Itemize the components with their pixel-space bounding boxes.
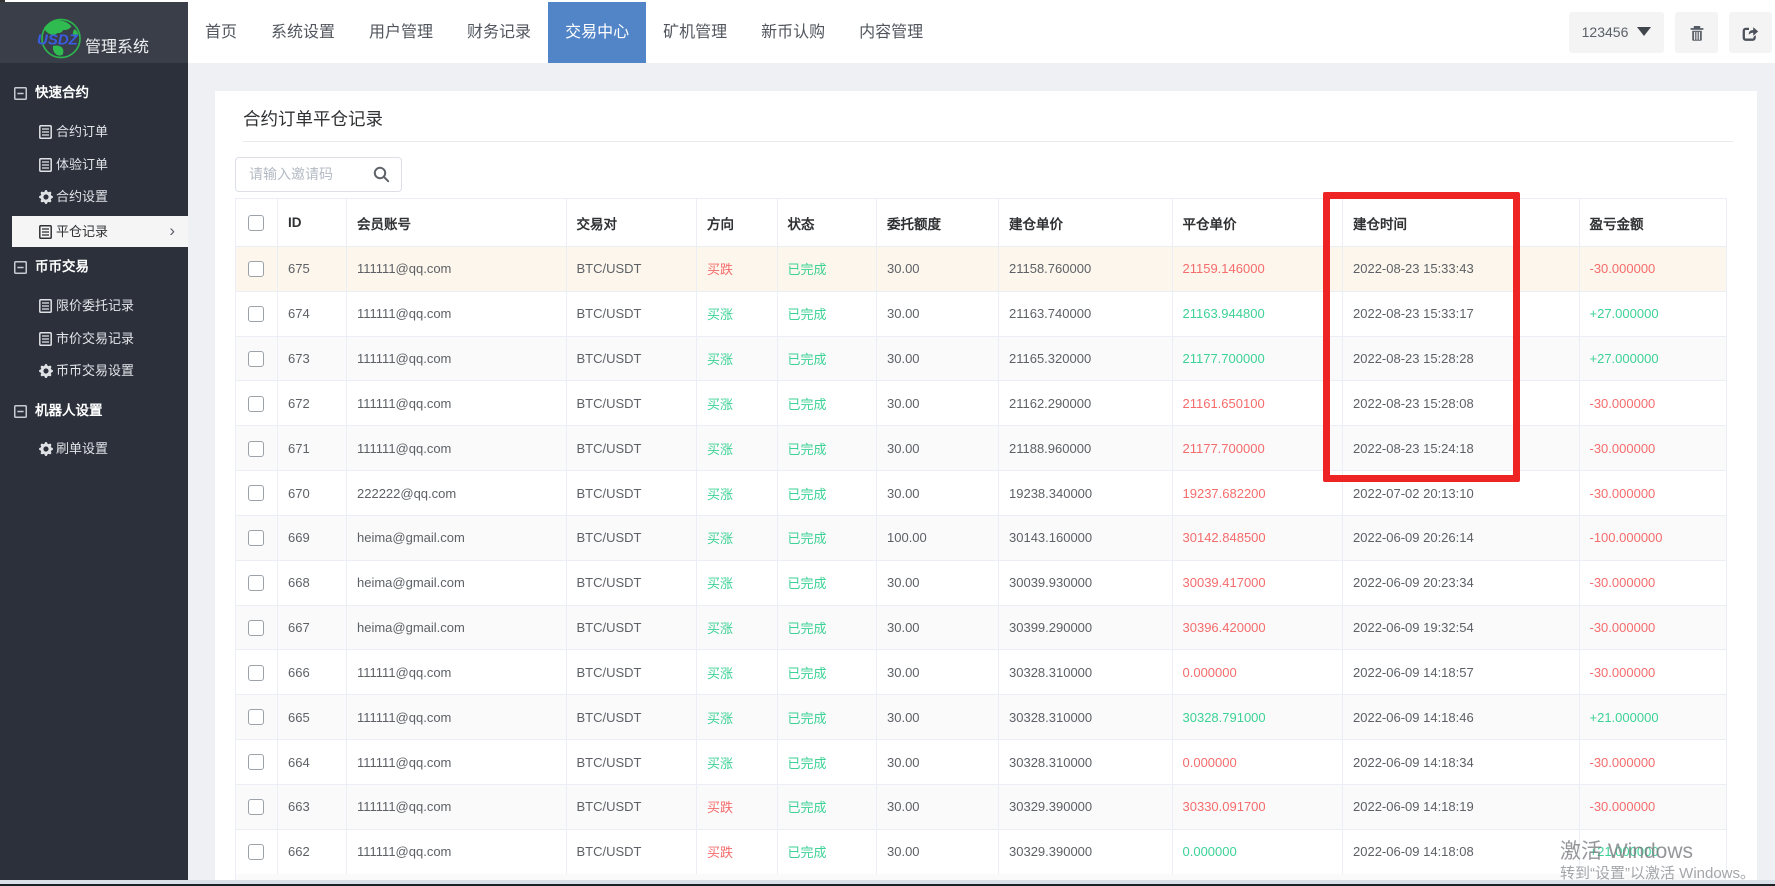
svg-text:USDZ: USDZ: [37, 32, 79, 49]
svg-text:管理系统: 管理系统: [85, 38, 149, 56]
